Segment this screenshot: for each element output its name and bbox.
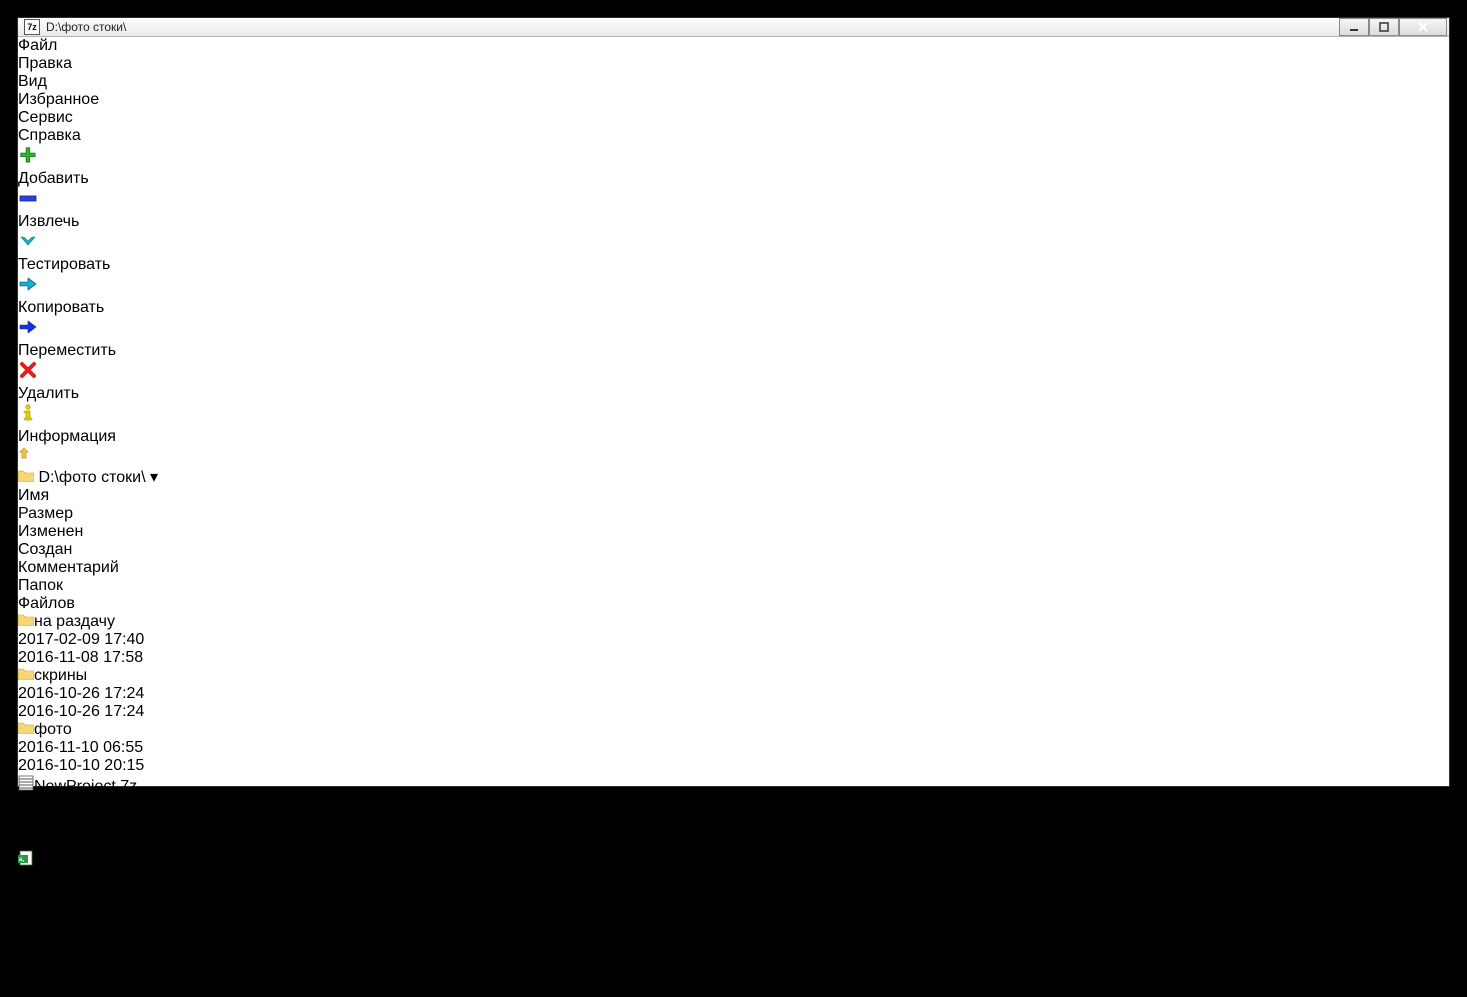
window-title: D:\фото стоки\ (46, 20, 1333, 34)
file-name: NewProject.csv (34, 853, 144, 870)
file-row[interactable]: на раздачу2017-02-09 17:402016-11-08 17:… (18, 613, 1449, 667)
column-header-name[interactable]: Имя (18, 487, 1449, 505)
move-icon (18, 317, 1449, 342)
folder-icon (18, 613, 34, 630)
menu-правка[interactable]: Правка (18, 55, 1449, 73)
file-name: NewProject.7z (34, 778, 137, 795)
address-field[interactable]: D:\фото стоки\ ▾ (18, 467, 1449, 487)
file-row[interactable]: a, NewProject.csv75 4642016-10-15 22:1720… (18, 850, 1449, 925)
file-created: 2018-01-16 10:53 (18, 832, 1449, 850)
info-icon (18, 403, 1449, 428)
file-list[interactable]: на раздачу2017-02-09 17:402016-11-08 17:… (18, 613, 1449, 925)
column-header-fold[interactable]: Папок (18, 577, 1449, 595)
toolbar-label: Переместить (18, 342, 1449, 360)
file-modified: 2018-01-16 10:53 (18, 814, 1449, 832)
status-size-2: 75 464 (18, 961, 1449, 979)
status-date: 2016-10-15 22:17:23 (18, 979, 1449, 997)
menu-избранное[interactable]: Избранное (18, 91, 1449, 109)
menubar: ФайлПравкаВидИзбранноеСервисСправка (18, 37, 1449, 145)
toolbar-move-button[interactable]: Переместить (18, 317, 1449, 360)
file-name: скрины (34, 667, 87, 684)
file-created: 2016-10-07 22:43 (18, 907, 1449, 925)
extract-icon (18, 188, 1449, 213)
7z-icon (18, 778, 34, 795)
toolbar-label: Удалить (18, 385, 1449, 403)
file-modified: 2016-10-26 17:24 (18, 685, 1449, 703)
file-size: 11 167 (18, 796, 1449, 814)
file-name: фото (34, 721, 72, 738)
csv-icon: a, (18, 853, 34, 870)
toolbar-add-button[interactable]: Добавить (18, 145, 1449, 188)
address-dropdown-icon[interactable]: ▾ (150, 469, 158, 486)
close-button[interactable] (1399, 18, 1447, 36)
app-window: 7z D:\фото стоки\ ФайлПравкаВидИзбранное… (17, 17, 1450, 787)
toolbar-extract-button[interactable]: Извлечь (18, 188, 1449, 231)
toolbar-label: Извлечь (18, 213, 1449, 231)
file-modified: 2016-11-10 06:55 (18, 739, 1449, 757)
minimize-button[interactable] (1339, 18, 1369, 36)
delete-icon (18, 360, 1449, 385)
toolbar-copy-button[interactable]: Копировать (18, 274, 1449, 317)
statusbar: Выделено объектов: 1 / 5 75 464 75 464 2… (18, 925, 1449, 997)
menu-сервис[interactable]: Сервис (18, 109, 1449, 127)
titlebar[interactable]: 7z D:\фото стоки\ (18, 18, 1449, 37)
copy-icon (18, 274, 1449, 299)
address-text: D:\фото стоки\ (38, 469, 145, 486)
file-created: 2016-11-08 17:58 (18, 649, 1449, 667)
add-icon (18, 145, 1449, 170)
file-row[interactable]: фото2016-11-10 06:552016-10-10 20:15 (18, 721, 1449, 775)
maximize-button[interactable] (1369, 18, 1399, 36)
column-header-files[interactable]: Файлов (18, 595, 1449, 613)
file-created: 2016-10-10 20:15 (18, 757, 1449, 775)
toolbar-delete-button[interactable]: Удалить (18, 360, 1449, 403)
menu-файл[interactable]: Файл (18, 37, 1449, 55)
address-bar: D:\фото стоки\ ▾ (18, 446, 1449, 487)
toolbar: Добавить Извлечь Тестировать Копировать Пере… (18, 145, 1449, 446)
status-selection: Выделено объектов: 1 / 5 (18, 925, 1449, 943)
toolbar-label: Добавить (18, 170, 1449, 188)
file-modified: 2016-10-15 22:17 (18, 889, 1449, 907)
status-size-1: 75 464 (18, 943, 1449, 961)
folder-icon (18, 667, 34, 684)
column-header-mod[interactable]: Изменен (18, 523, 1449, 541)
toolbar-test-button[interactable]: Тестировать (18, 231, 1449, 274)
column-header-com[interactable]: Комментарий (18, 559, 1449, 577)
column-headers: ИмяРазмерИзмененСозданКомментарийПапокФа… (18, 487, 1449, 613)
file-modified: 2017-02-09 17:40 (18, 631, 1449, 649)
up-button[interactable] (18, 446, 1449, 467)
toolbar-label: Копировать (18, 299, 1449, 317)
folder-icon (18, 469, 38, 486)
folder-icon (18, 721, 34, 738)
column-header-size[interactable]: Размер (18, 505, 1449, 523)
file-name: на раздачу (34, 613, 115, 630)
file-row[interactable]: скрины2016-10-26 17:242016-10-26 17:24 (18, 667, 1449, 721)
file-row[interactable]: NewProject.7z11 1672018-01-16 10:532018-… (18, 775, 1449, 850)
toolbar-label: Информация (18, 428, 1449, 446)
menu-справка[interactable]: Справка (18, 127, 1449, 145)
file-created: 2016-10-26 17:24 (18, 703, 1449, 721)
svg-text:a,: a, (19, 857, 24, 863)
app-icon: 7z (24, 19, 40, 35)
test-icon (18, 231, 1449, 256)
toolbar-label: Тестировать (18, 256, 1449, 274)
column-header-cre[interactable]: Создан (18, 541, 1449, 559)
menu-вид[interactable]: Вид (18, 73, 1449, 91)
file-size: 75 464 (18, 871, 1449, 889)
toolbar-info-button[interactable]: Информация (18, 403, 1449, 446)
